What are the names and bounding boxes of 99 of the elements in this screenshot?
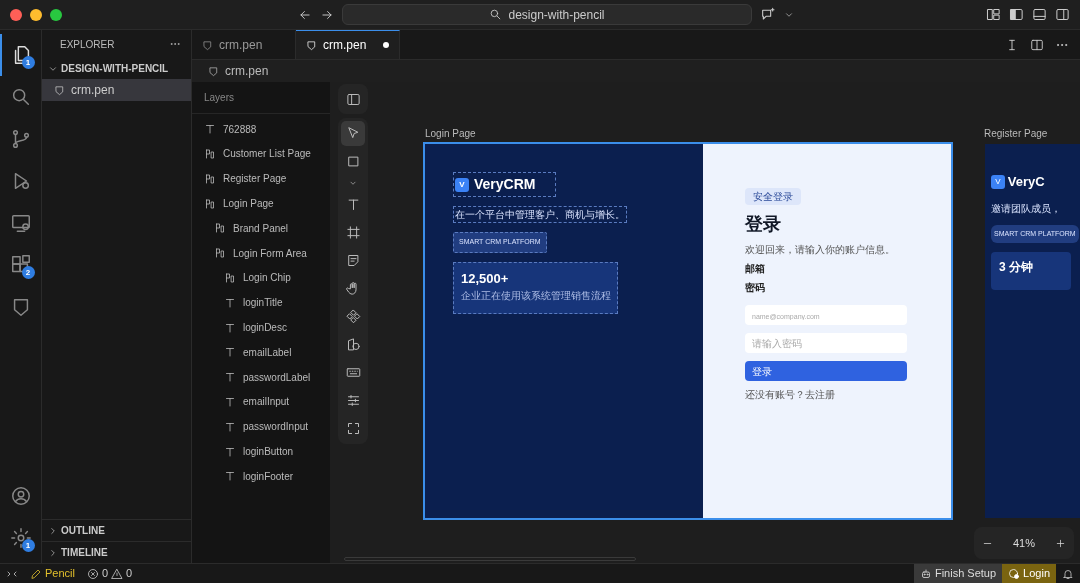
search-text: design-with-pencil — [508, 6, 605, 24]
text-icon — [224, 395, 236, 408]
text-icon — [224, 420, 236, 433]
split-editor-icon[interactable] — [1030, 37, 1044, 52]
tagline: 在一个平台中管理客户、商机与增长。 — [453, 206, 627, 223]
panel-header[interactable]: TIMELINE — [61, 545, 108, 560]
layer-item[interactable]: passwordLabel — [192, 364, 330, 390]
frame-layout-icon — [204, 147, 216, 160]
count-badge: 1 — [21, 539, 35, 552]
layer-item[interactable]: emailInput — [192, 389, 330, 415]
login-description: 欢迎回来，请输入你的账户信息。 — [745, 243, 895, 257]
shield-icon — [208, 65, 219, 77]
logo-icon: V — [991, 174, 1005, 189]
brand-name: VeryC — [1007, 173, 1045, 191]
monitor-icon[interactable] — [9, 212, 32, 234]
status-button[interactable]: Login — [1002, 563, 1056, 583]
text-icon — [224, 321, 236, 334]
count-badge: 2 — [21, 266, 35, 279]
rectangle-icon[interactable] — [345, 154, 361, 169]
pencil-status[interactable]: Pencil — [24, 563, 81, 583]
panel-toggle-icon[interactable] — [1032, 7, 1047, 22]
expand-icon[interactable] — [345, 421, 361, 436]
minimize-button[interactable] — [30, 8, 42, 21]
shield-icon — [306, 39, 317, 51]
frame-layout-icon — [224, 271, 236, 284]
layer-item[interactable]: loginTitle — [192, 290, 330, 316]
text-icon — [204, 123, 216, 136]
bell-icon[interactable] — [1062, 567, 1074, 580]
layer-item[interactable]: Login Chip — [192, 265, 330, 291]
robot-icon — [919, 567, 932, 580]
layout-icon[interactable] — [986, 7, 1001, 22]
frame-icon[interactable] — [345, 225, 361, 240]
chevron-right-icon[interactable] — [48, 525, 58, 536]
panel-title: EXPLORER — [60, 37, 115, 52]
layer-item[interactable]: Brand Panel — [192, 215, 330, 241]
frame-label[interactable]: Register Page — [984, 126, 1048, 141]
layer-item[interactable]: emailLabel — [192, 339, 330, 365]
tagline: 邀请团队成员， — [991, 201, 1061, 216]
problems-status[interactable]: 0 0 — [80, 563, 139, 583]
layer-item[interactable]: Login Page — [192, 191, 330, 216]
shapes-icon[interactable] — [345, 337, 361, 352]
layer-item[interactable]: passwordInput — [192, 414, 330, 440]
register-prompt: 还没有账号？去注册 — [745, 388, 835, 402]
secondary-sidebar-icon[interactable] — [1055, 7, 1070, 22]
frame-layout-icon — [204, 172, 216, 185]
shield-icon — [54, 84, 65, 96]
text-icon — [224, 470, 236, 483]
login-button[interactable]: 登录 — [745, 361, 907, 381]
file-item[interactable]: crm.pen — [42, 79, 191, 101]
layer-item[interactable]: loginDesc — [192, 315, 330, 340]
frame-layout-icon — [204, 197, 216, 210]
chat-sparkle-icon[interactable] — [760, 6, 776, 23]
close-button[interactable] — [10, 8, 22, 21]
error-icon — [86, 567, 99, 580]
search-icon — [489, 8, 503, 21]
logo-icon: V — [455, 177, 469, 192]
diamond-icon[interactable] — [345, 309, 361, 324]
warning-icon — [111, 567, 124, 580]
folder-name[interactable]: DESIGN-WITH-PENCIL — [61, 61, 169, 76]
frame-label[interactable]: Login Page — [425, 126, 476, 141]
layer-item[interactable]: 762888 — [192, 116, 330, 142]
password-field[interactable]: 请输入密码 — [745, 333, 907, 353]
zoom-level: 41% — [1013, 535, 1035, 551]
zoom-in-icon[interactable] — [1055, 537, 1066, 549]
account-icon[interactable] — [9, 485, 32, 507]
brand-name: VeryCRM — [474, 175, 536, 194]
layer-item[interactable]: Customer List Page — [192, 141, 330, 167]
editor-tab[interactable]: crm.pen — [296, 30, 400, 59]
shield-icon — [202, 39, 213, 51]
text-icon — [224, 296, 236, 309]
chevron-right-icon[interactable] — [48, 547, 58, 558]
layer-item[interactable]: Login Form Area — [192, 240, 330, 266]
layer-item[interactable]: loginFooter — [192, 463, 330, 489]
note-icon[interactable] — [345, 253, 361, 268]
text-icon — [224, 371, 236, 384]
sliders-icon[interactable] — [345, 393, 361, 408]
security-chip: 安全登录 — [745, 188, 801, 205]
keyboard-icon[interactable] — [345, 365, 361, 380]
layer-item[interactable]: loginButton — [192, 439, 330, 464]
search-bar[interactable]: design-with-pencil — [342, 4, 752, 25]
pencil-icon — [30, 567, 42, 580]
stat-caption: 企业正在使用该系统管理销售流程 — [461, 289, 610, 303]
email-label: 邮箱 — [745, 262, 765, 276]
text-icon — [224, 445, 236, 458]
text-icon — [224, 346, 236, 359]
sidebar-toggle-icon[interactable] — [1009, 7, 1024, 22]
breadcrumb[interactable]: crm.pen — [225, 62, 269, 80]
layer-item[interactable]: Register Page — [192, 166, 330, 192]
frame-layout-icon — [214, 222, 226, 235]
sidebar-toggle-icon[interactable] — [345, 91, 361, 107]
stat-number: 3 分钟 — [991, 252, 1071, 290]
login-title: 登录 — [745, 213, 781, 236]
password-label: 密码 — [745, 281, 765, 295]
panel-header[interactable]: OUTLINE — [61, 523, 105, 538]
frame-layout-icon — [214, 247, 226, 260]
count-badge: 1 — [21, 56, 35, 69]
stat-number: 12,500+ — [461, 269, 510, 288]
status-button[interactable]: Finish Setup — [913, 563, 1003, 583]
maximize-button[interactable] — [50, 8, 62, 21]
